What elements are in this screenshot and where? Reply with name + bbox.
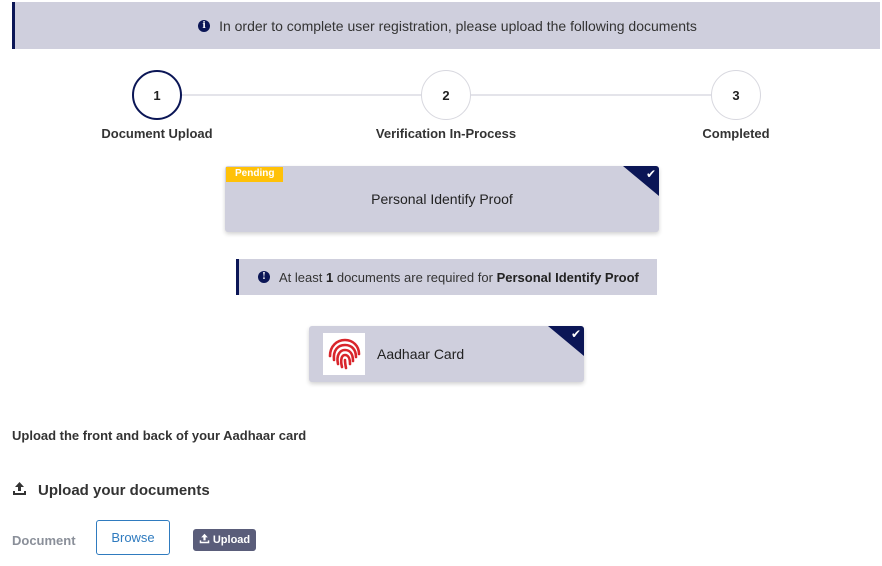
upload-heading-text: Upload your documents [38,482,210,499]
note-middle: documents are required for [336,269,493,285]
proof-category-title: Personal Identify Proof [371,191,513,207]
document-field-label: Document [12,533,76,548]
info-banner: i In order to complete user registration… [12,2,880,49]
step-label: Completed [702,126,770,141]
check-icon: ✔ [645,167,656,181]
required-category: Personal Identify Proof [496,269,639,285]
step-number-circle: 1 [132,70,182,120]
document-name: Aadhaar Card [377,346,465,362]
step-label: Verification In-Process [375,126,517,141]
aadhaar-fingerprint-logo [323,333,365,375]
check-icon: ✔ [570,327,581,341]
document-type-card[interactable]: Aadhaar Card ✔ [309,326,584,382]
upload-section-heading: Upload your documents [12,481,210,500]
info-icon: i [198,19,211,32]
step-completed: 3 Completed [656,70,816,141]
upload-button[interactable]: Upload [193,529,256,551]
banner-text: In order to complete user registration, … [219,17,697,34]
progress-stepper: 1 Document Upload 2 Verification In-Proc… [0,70,882,141]
step-number-circle: 3 [711,70,761,120]
document-upload-row: Document Browse Upload [12,520,312,556]
required-documents-note: ! At least 1 documents are required for … [236,259,657,295]
note-prefix: At least [279,269,323,285]
step-number-circle: 2 [421,70,471,120]
upload-icon [12,481,27,500]
step-verification: 2 Verification In-Process [366,70,526,141]
required-count: 1 [325,269,334,285]
upload-instructions: Upload the front and back of your Aadhaa… [12,428,307,443]
browse-button[interactable]: Browse [96,520,170,555]
upload-icon [199,533,210,547]
status-badge: Pending [226,167,284,182]
step-label: Document Upload [101,126,213,141]
step-document-upload: 1 Document Upload [77,70,237,141]
alert-icon: ! [258,271,270,283]
proof-category-card[interactable]: Pending Personal Identify Proof ✔ [225,166,659,232]
upload-button-label: Upload [212,534,251,546]
